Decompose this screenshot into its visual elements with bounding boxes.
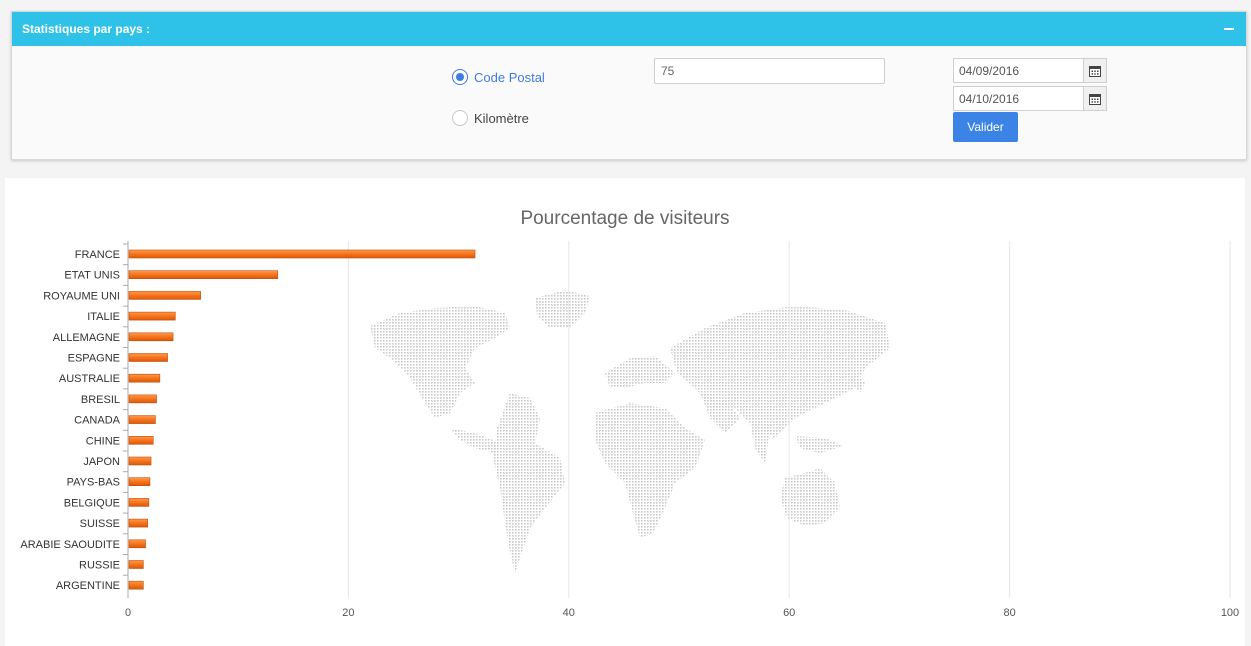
bar-canada[interactable] xyxy=(128,415,156,424)
bar-espagne[interactable] xyxy=(128,353,168,362)
radio-checked-icon xyxy=(452,69,468,85)
calendar-icon[interactable] xyxy=(1083,58,1107,83)
category-label: ARGENTINE xyxy=(56,580,120,592)
category-label: RUSSIE xyxy=(79,560,120,572)
x-tick-label: 80 xyxy=(1003,607,1015,619)
minus-icon xyxy=(1224,28,1234,30)
category-label: ITALIE xyxy=(87,311,120,323)
valider-button[interactable]: Valider xyxy=(953,112,1018,142)
panel-header: Statistiques par pays : xyxy=(12,12,1246,46)
bar-france[interactable] xyxy=(128,249,476,259)
category-label: CHINE xyxy=(86,435,120,447)
category-label: AUSTRALIE xyxy=(59,373,120,385)
x-tick-label: 40 xyxy=(563,607,575,619)
radio-code-postal-label: Code Postal xyxy=(474,69,545,85)
category-label: ARABIE SAOUDITE xyxy=(20,539,120,551)
calendar-icon[interactable] xyxy=(1083,86,1107,111)
chart-x-tick-labels: 0 20 40 60 80 100 xyxy=(125,607,1239,619)
date-start-group xyxy=(953,58,1107,83)
date-end-group xyxy=(953,86,1107,111)
x-tick-label: 20 xyxy=(342,607,354,619)
panel-title: Statistiques par pays : xyxy=(22,22,151,36)
x-tick-label: 60 xyxy=(783,607,795,619)
date-start-input[interactable] xyxy=(953,58,1083,83)
category-label: BRESIL xyxy=(81,394,120,406)
visitors-bar-chart: FRANCE ETAT UNIS ROYAUME UNI ITALIE ALLEMAGN… xyxy=(20,241,1239,619)
bar-chine[interactable] xyxy=(128,435,154,445)
collapse-button[interactable] xyxy=(1222,12,1236,46)
category-label: ALLEMAGNE xyxy=(53,332,120,344)
category-label: SUISSE xyxy=(80,518,120,530)
bar-argentine[interactable] xyxy=(128,580,144,590)
bar-pays-bas[interactable] xyxy=(128,477,151,487)
category-label: JAPON xyxy=(83,456,120,468)
x-tick-label: 100 xyxy=(1221,607,1239,619)
radio-kilometre[interactable]: Kilomètre xyxy=(452,110,529,126)
code-input[interactable] xyxy=(654,58,885,84)
bar-australie[interactable] xyxy=(128,373,161,383)
category-label: BELGIQUE xyxy=(64,497,120,509)
stats-panel: Statistiques par pays : Code Postal Kilo… xyxy=(11,11,1247,160)
category-label: CANADA xyxy=(74,415,121,427)
bar-bresil[interactable] xyxy=(128,394,157,404)
category-label: PAYS-BAS xyxy=(67,477,120,489)
bar-suisse[interactable] xyxy=(128,518,149,528)
chart-bars xyxy=(128,249,476,590)
bar-arabie-saoudite[interactable] xyxy=(128,539,146,549)
x-tick-label: 0 xyxy=(125,607,131,619)
bar-royaume-uni[interactable] xyxy=(128,291,201,300)
chart-area: Pourcentage de visiteurs FRANCE ETAT UNI… xyxy=(5,178,1245,646)
date-end-input[interactable] xyxy=(953,86,1083,111)
bar-belgique[interactable] xyxy=(128,498,150,507)
radio-unchecked-icon xyxy=(452,110,468,126)
chart-category-labels: FRANCE ETAT UNIS ROYAUME UNI ITALIE ALLEMAGN… xyxy=(20,249,120,592)
world-map-illustration xyxy=(370,290,890,573)
bar-japon[interactable] xyxy=(128,456,152,466)
category-label: ETAT UNIS xyxy=(64,270,120,282)
bar-etat-unis[interactable] xyxy=(128,270,279,279)
bar-italie[interactable] xyxy=(128,311,176,321)
radio-kilometre-label: Kilomètre xyxy=(474,110,529,126)
radio-code-postal[interactable]: Code Postal xyxy=(452,69,545,85)
category-label: ESPAGNE xyxy=(68,353,120,365)
bar-allemagne[interactable] xyxy=(128,332,174,342)
category-label: FRANCE xyxy=(75,249,120,261)
category-label: ROYAUME UNI xyxy=(43,290,120,302)
bar-russie[interactable] xyxy=(128,560,144,569)
